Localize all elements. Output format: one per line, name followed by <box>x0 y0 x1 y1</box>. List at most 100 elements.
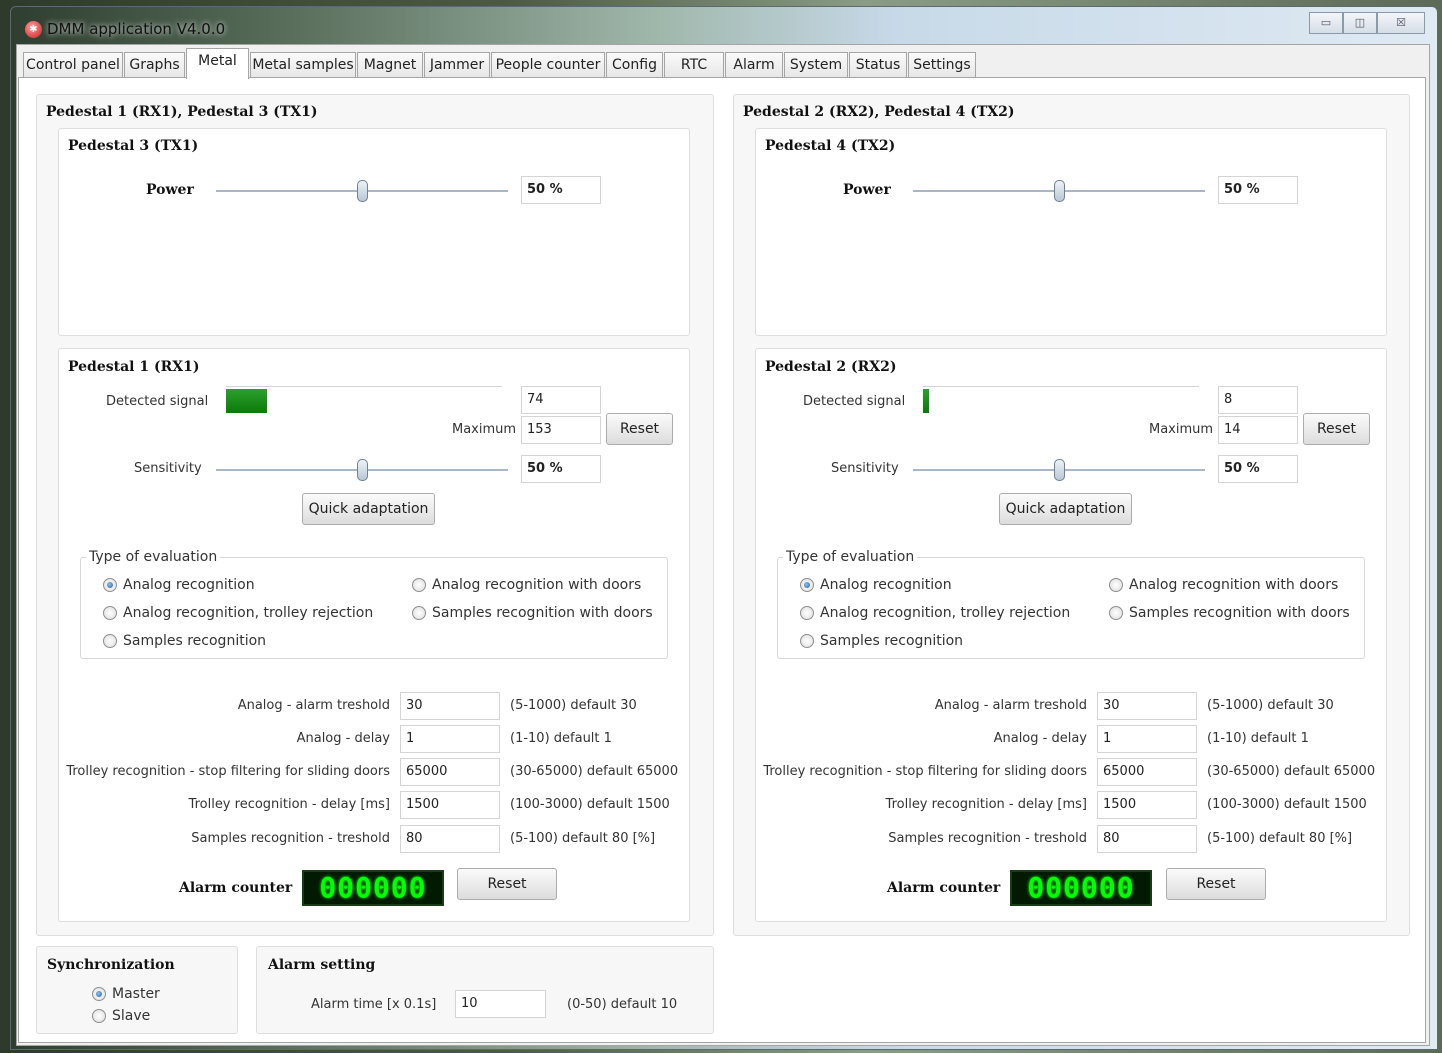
radio-selected-icon <box>92 987 106 1001</box>
right-tx-panel <box>755 128 1387 336</box>
right-maximum-value[interactable]: 14 <box>1218 416 1298 444</box>
tab-system[interactable]: System <box>784 52 848 78</box>
right-detected-fill <box>923 389 929 413</box>
alarm-setting-title: Alarm setting <box>268 957 376 973</box>
radio-icon <box>1109 606 1123 620</box>
right-alarm-counter-reset-button[interactable]: Reset <box>1166 868 1266 900</box>
right-sensitivity-value[interactable]: 50 % <box>1218 455 1298 483</box>
left-tx-title: Pedestal 3 (TX1) <box>68 138 199 154</box>
tab-control-panel[interactable]: Control panel <box>23 52 123 78</box>
sync-master-radio[interactable]: Master <box>92 986 160 1002</box>
right-param-hint: (5-100) default 80 [%] <box>1207 831 1353 846</box>
left-eval-analog[interactable]: Analog recognition <box>103 577 255 593</box>
radio-icon <box>1109 578 1123 592</box>
left-detected-label: Detected signal <box>106 394 209 409</box>
right-param-input[interactable]: 65000 <box>1097 758 1197 786</box>
left-maximum-reset-button[interactable]: Reset <box>606 413 673 445</box>
left-param-input[interactable]: 65000 <box>400 758 500 786</box>
right-eval-samples-doors[interactable]: Samples recognition with doors <box>1109 605 1350 621</box>
left-param-input[interactable]: 1 <box>400 725 500 753</box>
left-param-label: Analog - alarm treshold <box>237 698 390 713</box>
left-param-hint: (100-3000) default 1500 <box>510 797 670 812</box>
left-detected-value[interactable]: 74 <box>521 386 601 414</box>
right-param-input[interactable]: 1 <box>1097 725 1197 753</box>
left-eval-analog-doors[interactable]: Analog recognition with doors <box>412 577 641 593</box>
right-eval-analog-trolley[interactable]: Analog recognition, trolley rejection <box>800 605 1070 621</box>
left-param-label: Samples recognition - treshold <box>191 831 390 846</box>
tab-settings[interactable]: Settings <box>908 52 976 78</box>
right-eval-samples[interactable]: Samples recognition <box>800 633 963 649</box>
radio-icon <box>800 634 814 648</box>
radio-icon <box>412 578 426 592</box>
left-tx-panel <box>58 128 690 336</box>
right-param-label: Trolley recognition - delay [ms] <box>885 797 1087 812</box>
left-param-input[interactable]: 1500 <box>400 791 500 819</box>
left-param-hint: (1-10) default 1 <box>510 731 612 746</box>
left-param-hint: (5-100) default 80 [%] <box>510 831 656 846</box>
radio-icon <box>103 634 117 648</box>
window-title: DMM application V4.0.0 <box>47 20 226 38</box>
left-detected-fill <box>226 389 268 413</box>
tab-metal-samples[interactable]: Metal samples <box>250 52 356 78</box>
left-quick-adaptation-button[interactable]: Quick adaptation <box>302 493 435 525</box>
right-param-label: Analog - alarm treshold <box>934 698 1087 713</box>
tab-metal[interactable]: Metal <box>186 48 249 79</box>
left-power-slider-thumb[interactable] <box>357 180 368 202</box>
right-alarm-counter-display: 000000 <box>1010 870 1152 906</box>
right-eval-analog-doors[interactable]: Analog recognition with doors <box>1109 577 1338 593</box>
app-icon: ✱ <box>25 21 42 38</box>
tab-alarm[interactable]: Alarm <box>725 52 783 78</box>
tab-config[interactable]: Config <box>606 52 663 78</box>
left-alarm-counter-label: Alarm counter <box>179 880 293 896</box>
right-detected-progress <box>923 386 1199 413</box>
alarm-time-input[interactable]: 10 <box>455 990 546 1018</box>
right-quick-adaptation-button[interactable]: Quick adaptation <box>999 493 1132 525</box>
tab-magnet[interactable]: Magnet <box>357 52 423 78</box>
tab-rtc[interactable]: RTC <box>664 52 724 78</box>
maximize-button[interactable]: ◫ <box>1343 12 1377 34</box>
right-param-label: Analog - delay <box>993 731 1087 746</box>
right-param-hint: (100-3000) default 1500 <box>1207 797 1367 812</box>
left-alarm-counter-reset-button[interactable]: Reset <box>457 868 557 900</box>
tab-graphs[interactable]: Graphs <box>124 52 185 78</box>
left-param-input[interactable]: 80 <box>400 825 500 853</box>
right-sensitivity-slider-thumb[interactable] <box>1054 459 1065 481</box>
right-alarm-counter-label: Alarm counter <box>887 880 1001 896</box>
right-maximum-label: Maximum <box>1149 422 1214 437</box>
close-button[interactable]: ☒ <box>1377 12 1425 34</box>
right-detected-value[interactable]: 8 <box>1218 386 1298 414</box>
left-panel-title: Pedestal 1 (RX1), Pedestal 3 (TX1) <box>46 104 318 120</box>
synchronization-title: Synchronization <box>47 957 175 973</box>
left-sensitivity-value[interactable]: 50 % <box>521 455 601 483</box>
right-param-input[interactable]: 30 <box>1097 692 1197 720</box>
left-eval-samples-doors[interactable]: Samples recognition with doors <box>412 605 653 621</box>
right-param-input[interactable]: 1500 <box>1097 791 1197 819</box>
alarm-time-hint: (0-50) default 10 <box>567 997 678 1012</box>
right-power-slider-thumb[interactable] <box>1054 180 1065 202</box>
right-param-input[interactable]: 80 <box>1097 825 1197 853</box>
right-eval-analog[interactable]: Analog recognition <box>800 577 952 593</box>
left-sensitivity-label: Sensitivity <box>134 461 202 476</box>
right-param-hint: (30-65000) default 65000 <box>1207 764 1376 779</box>
left-power-label: Power <box>146 182 194 198</box>
left-eval-analog-trolley[interactable]: Analog recognition, trolley rejection <box>103 605 373 621</box>
left-sensitivity-slider-thumb[interactable] <box>357 459 368 481</box>
left-param-label: Trolley recognition - delay [ms] <box>188 797 390 812</box>
left-eval-samples[interactable]: Samples recognition <box>103 633 266 649</box>
right-maximum-reset-button[interactable]: Reset <box>1303 413 1370 445</box>
right-detected-label: Detected signal <box>803 394 906 409</box>
left-maximum-value[interactable]: 153 <box>521 416 601 444</box>
tab-people-counter[interactable]: People counter <box>491 52 605 78</box>
sync-slave-radio[interactable]: Slave <box>92 1008 150 1024</box>
right-power-value[interactable]: 50 % <box>1218 176 1298 204</box>
left-param-label: Analog - delay <box>296 731 390 746</box>
tab-status[interactable]: Status <box>849 52 907 78</box>
tab-jammer[interactable]: Jammer <box>424 52 490 78</box>
left-power-value[interactable]: 50 % <box>521 176 601 204</box>
right-param-hint: (1-10) default 1 <box>1207 731 1309 746</box>
right-rx-title: Pedestal 2 (RX2) <box>765 359 897 375</box>
right-tx-title: Pedestal 4 (TX2) <box>765 138 896 154</box>
left-param-input[interactable]: 30 <box>400 692 500 720</box>
right-evaluation-title: Type of evaluation <box>783 549 918 565</box>
minimize-button[interactable]: ▭ <box>1309 12 1343 34</box>
